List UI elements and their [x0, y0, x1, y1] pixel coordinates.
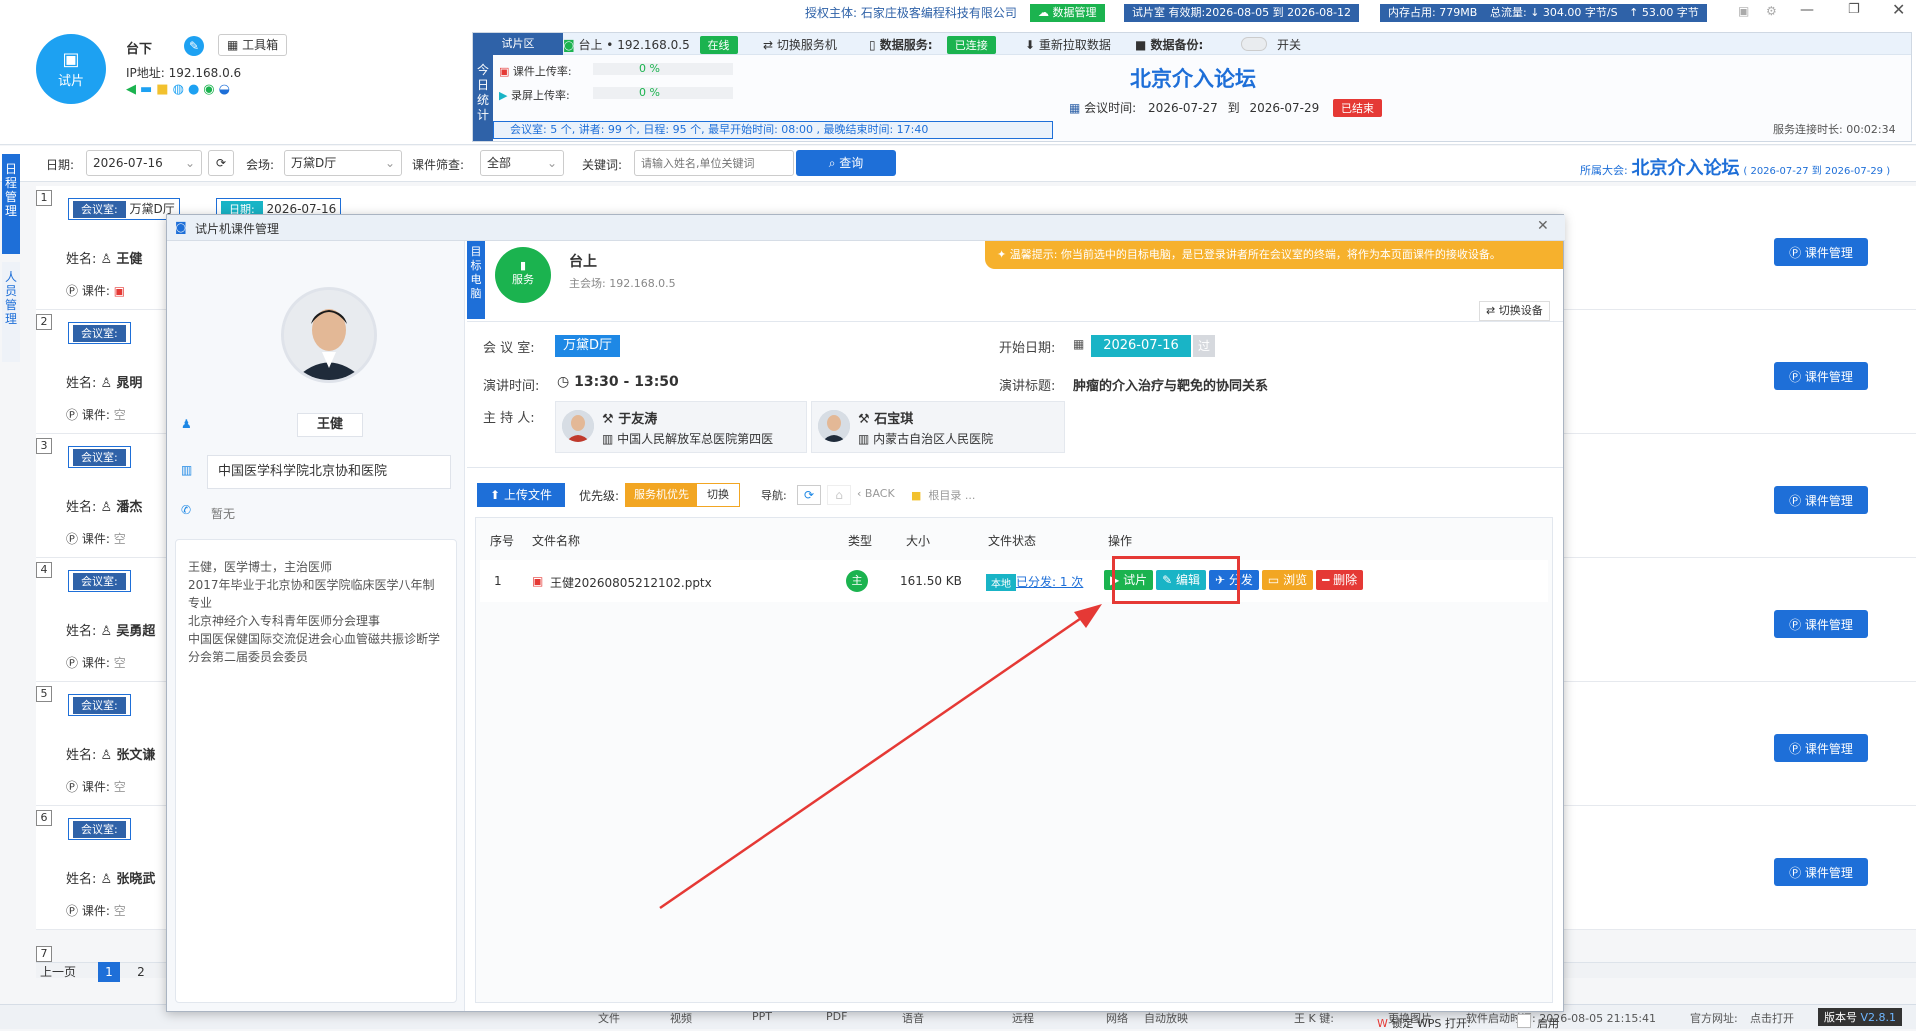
annotation-arrow [659, 604, 1102, 910]
